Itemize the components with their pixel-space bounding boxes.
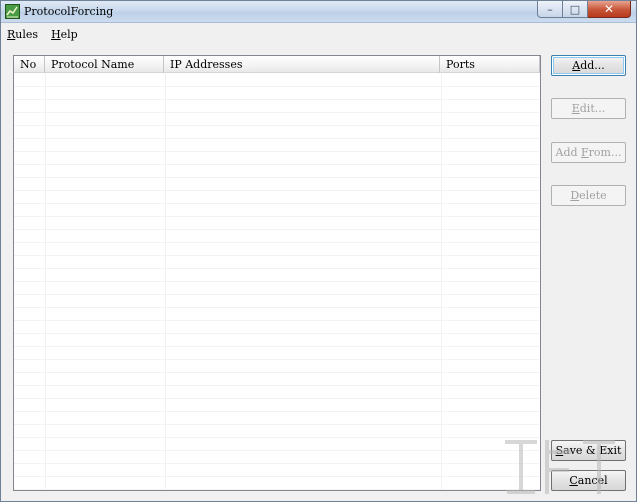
add-from-button[interactable]: Add From... <box>551 142 626 163</box>
edit-button[interactable]: Edit... <box>551 98 626 119</box>
maximize-icon: □ <box>569 2 581 16</box>
grid-line <box>441 74 442 490</box>
protocol-forcing-window: ProtocolForcing – □ ✕ Rules Help No Prot… <box>0 0 637 502</box>
minimize-icon: – <box>547 2 553 16</box>
menu-rules[interactable]: Rules <box>7 28 38 41</box>
menu-help[interactable]: Help <box>51 28 78 41</box>
cancel-button[interactable]: Cancel <box>551 470 626 491</box>
save-exit-button[interactable]: Save & Exit <box>551 440 626 461</box>
list-body[interactable] <box>14 74 540 490</box>
window-title: ProtocolForcing <box>24 5 114 18</box>
maximize-button[interactable]: □ <box>563 1 588 18</box>
delete-button[interactable]: Delete <box>551 185 626 206</box>
minimize-button[interactable]: – <box>537 1 563 18</box>
column-header-no[interactable]: No <box>14 56 45 73</box>
title-bar[interactable]: ProtocolForcing – □ ✕ <box>1 1 636 23</box>
close-button[interactable]: ✕ <box>588 1 631 18</box>
add-button[interactable]: Add... <box>551 55 626 76</box>
grid-line <box>165 74 166 490</box>
caption-buttons: – □ ✕ <box>537 1 631 18</box>
app-chart-icon[interactable] <box>5 4 20 19</box>
column-header-ip-addresses[interactable]: IP Addresses <box>164 56 440 73</box>
rules-list[interactable]: No Protocol Name IP Addresses Ports <box>13 55 541 491</box>
menu-bar: Rules Help <box>1 24 636 45</box>
list-header: No Protocol Name IP Addresses Ports <box>14 56 540 73</box>
column-header-protocol-name[interactable]: Protocol Name <box>45 56 164 73</box>
close-icon: ✕ <box>603 1 615 16</box>
grid-line <box>45 74 46 490</box>
column-header-ports[interactable]: Ports <box>440 56 540 73</box>
